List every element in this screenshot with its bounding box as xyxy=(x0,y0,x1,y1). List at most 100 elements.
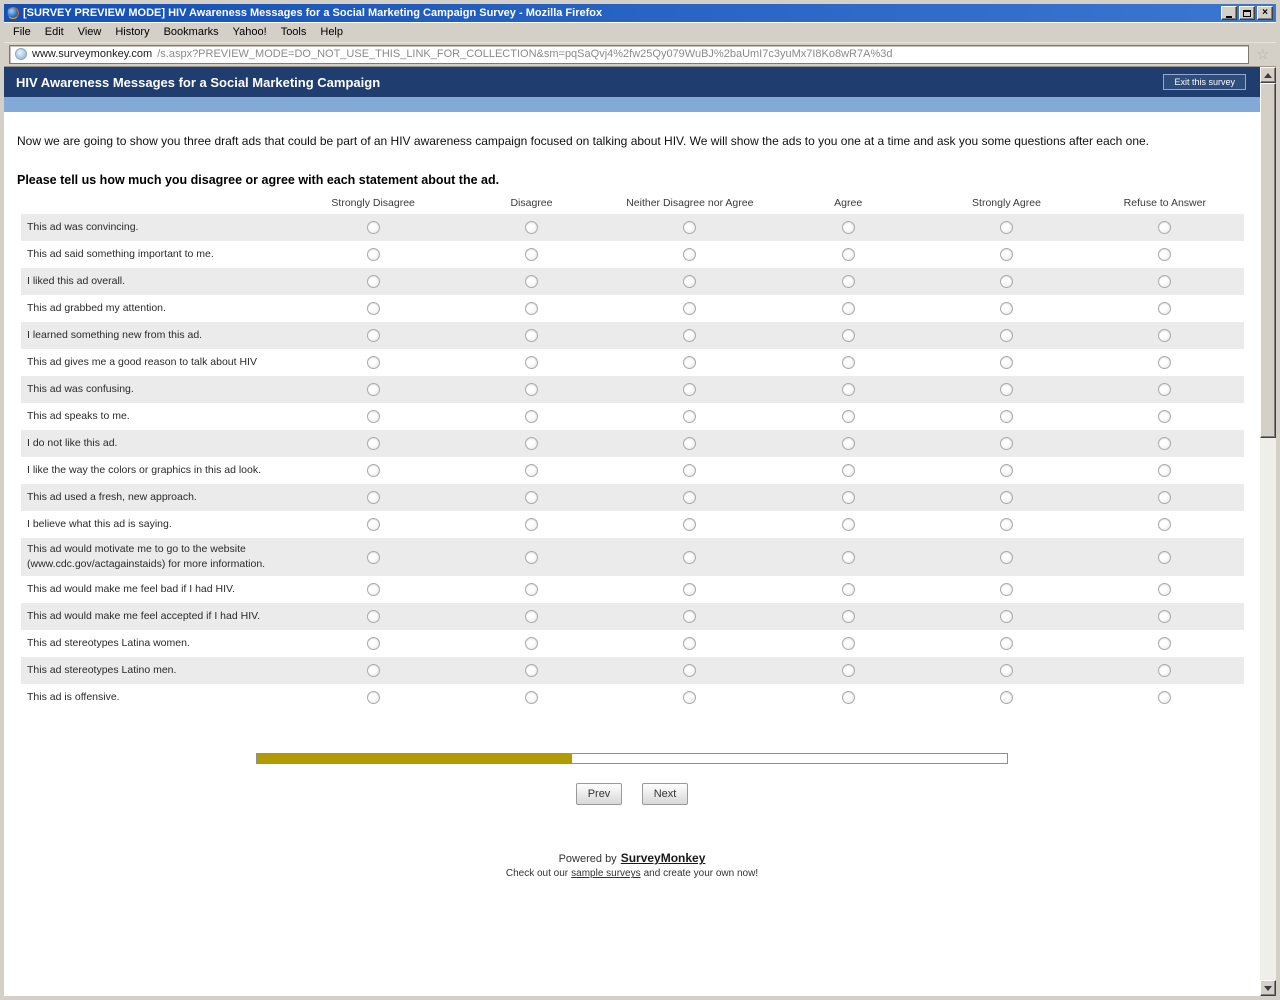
radio-button[interactable] xyxy=(525,583,538,596)
radio-button[interactable] xyxy=(1000,248,1013,261)
radio-button[interactable] xyxy=(1000,610,1013,623)
radio-button[interactable] xyxy=(367,356,380,369)
radio-button[interactable] xyxy=(683,275,696,288)
radio-button[interactable] xyxy=(683,329,696,342)
radio-button[interactable] xyxy=(1158,248,1171,261)
radio-button[interactable] xyxy=(683,637,696,650)
radio-button[interactable] xyxy=(1000,329,1013,342)
radio-button[interactable] xyxy=(1000,551,1013,564)
radio-button[interactable] xyxy=(367,275,380,288)
radio-button[interactable] xyxy=(1158,329,1171,342)
radio-button[interactable] xyxy=(683,518,696,531)
next-button[interactable]: Next xyxy=(642,783,688,805)
radio-button[interactable] xyxy=(683,610,696,623)
radio-button[interactable] xyxy=(525,551,538,564)
radio-button[interactable] xyxy=(683,383,696,396)
radio-button[interactable] xyxy=(683,583,696,596)
exit-survey-button[interactable]: Exit this survey xyxy=(1163,74,1246,90)
radio-button[interactable] xyxy=(525,410,538,423)
radio-button[interactable] xyxy=(525,383,538,396)
bookmark-star-icon[interactable]: ☆ xyxy=(1254,47,1271,61)
radio-button[interactable] xyxy=(1000,383,1013,396)
radio-button[interactable] xyxy=(1000,583,1013,596)
radio-button[interactable] xyxy=(1158,610,1171,623)
radio-button[interactable] xyxy=(1000,221,1013,234)
radio-button[interactable] xyxy=(525,329,538,342)
radio-button[interactable] xyxy=(367,491,380,504)
radio-button[interactable] xyxy=(683,437,696,450)
menu-item-file[interactable]: File xyxy=(6,24,38,40)
radio-button[interactable] xyxy=(683,551,696,564)
radio-button[interactable] xyxy=(1000,410,1013,423)
radio-button[interactable] xyxy=(525,437,538,450)
radio-button[interactable] xyxy=(842,518,855,531)
radio-button[interactable] xyxy=(367,637,380,650)
radio-button[interactable] xyxy=(367,410,380,423)
menu-item-bookmarks[interactable]: Bookmarks xyxy=(157,24,226,40)
radio-button[interactable] xyxy=(1158,637,1171,650)
menu-item-edit[interactable]: Edit xyxy=(38,24,71,40)
radio-button[interactable] xyxy=(842,329,855,342)
radio-button[interactable] xyxy=(1158,491,1171,504)
radio-button[interactable] xyxy=(525,221,538,234)
radio-button[interactable] xyxy=(683,410,696,423)
radio-button[interactable] xyxy=(842,275,855,288)
radio-button[interactable] xyxy=(1158,356,1171,369)
radio-button[interactable] xyxy=(842,637,855,650)
radio-button[interactable] xyxy=(842,583,855,596)
radio-button[interactable] xyxy=(1000,437,1013,450)
radio-button[interactable] xyxy=(842,491,855,504)
surveymonkey-link[interactable]: SurveyMonkey xyxy=(621,851,706,865)
radio-button[interactable] xyxy=(1000,691,1013,704)
radio-button[interactable] xyxy=(842,610,855,623)
radio-button[interactable] xyxy=(1000,302,1013,315)
radio-button[interactable] xyxy=(525,248,538,261)
radio-button[interactable] xyxy=(683,356,696,369)
radio-button[interactable] xyxy=(1158,518,1171,531)
radio-button[interactable] xyxy=(842,356,855,369)
radio-button[interactable] xyxy=(525,637,538,650)
radio-button[interactable] xyxy=(367,329,380,342)
radio-button[interactable] xyxy=(367,248,380,261)
radio-button[interactable] xyxy=(683,691,696,704)
radio-button[interactable] xyxy=(1000,518,1013,531)
radio-button[interactable] xyxy=(367,221,380,234)
radio-button[interactable] xyxy=(683,464,696,477)
radio-button[interactable] xyxy=(683,302,696,315)
minimize-button[interactable] xyxy=(1221,6,1237,20)
radio-button[interactable] xyxy=(367,383,380,396)
radio-button[interactable] xyxy=(1158,221,1171,234)
radio-button[interactable] xyxy=(842,383,855,396)
close-button[interactable]: × xyxy=(1257,6,1273,20)
maximize-button[interactable] xyxy=(1239,6,1255,20)
radio-button[interactable] xyxy=(367,610,380,623)
radio-button[interactable] xyxy=(1000,491,1013,504)
radio-button[interactable] xyxy=(525,664,538,677)
menu-item-help[interactable]: Help xyxy=(313,24,350,40)
radio-button[interactable] xyxy=(525,610,538,623)
url-field[interactable]: www.surveymonkey.com/s.aspx?PREVIEW_MODE… xyxy=(9,45,1249,64)
radio-button[interactable] xyxy=(525,464,538,477)
radio-button[interactable] xyxy=(367,464,380,477)
radio-button[interactable] xyxy=(367,691,380,704)
radio-button[interactable] xyxy=(367,518,380,531)
radio-button[interactable] xyxy=(1158,691,1171,704)
radio-button[interactable] xyxy=(842,664,855,677)
radio-button[interactable] xyxy=(1158,383,1171,396)
radio-button[interactable] xyxy=(1000,664,1013,677)
radio-button[interactable] xyxy=(525,302,538,315)
radio-button[interactable] xyxy=(842,410,855,423)
radio-button[interactable] xyxy=(525,275,538,288)
radio-button[interactable] xyxy=(842,248,855,261)
radio-button[interactable] xyxy=(842,691,855,704)
radio-button[interactable] xyxy=(1000,464,1013,477)
radio-button[interactable] xyxy=(1158,583,1171,596)
menu-item-view[interactable]: View xyxy=(71,24,109,40)
radio-button[interactable] xyxy=(367,551,380,564)
radio-button[interactable] xyxy=(842,464,855,477)
radio-button[interactable] xyxy=(683,664,696,677)
radio-button[interactable] xyxy=(842,221,855,234)
menu-item-yahoo[interactable]: Yahoo! xyxy=(226,24,274,40)
menu-item-tools[interactable]: Tools xyxy=(274,24,314,40)
radio-button[interactable] xyxy=(1000,637,1013,650)
